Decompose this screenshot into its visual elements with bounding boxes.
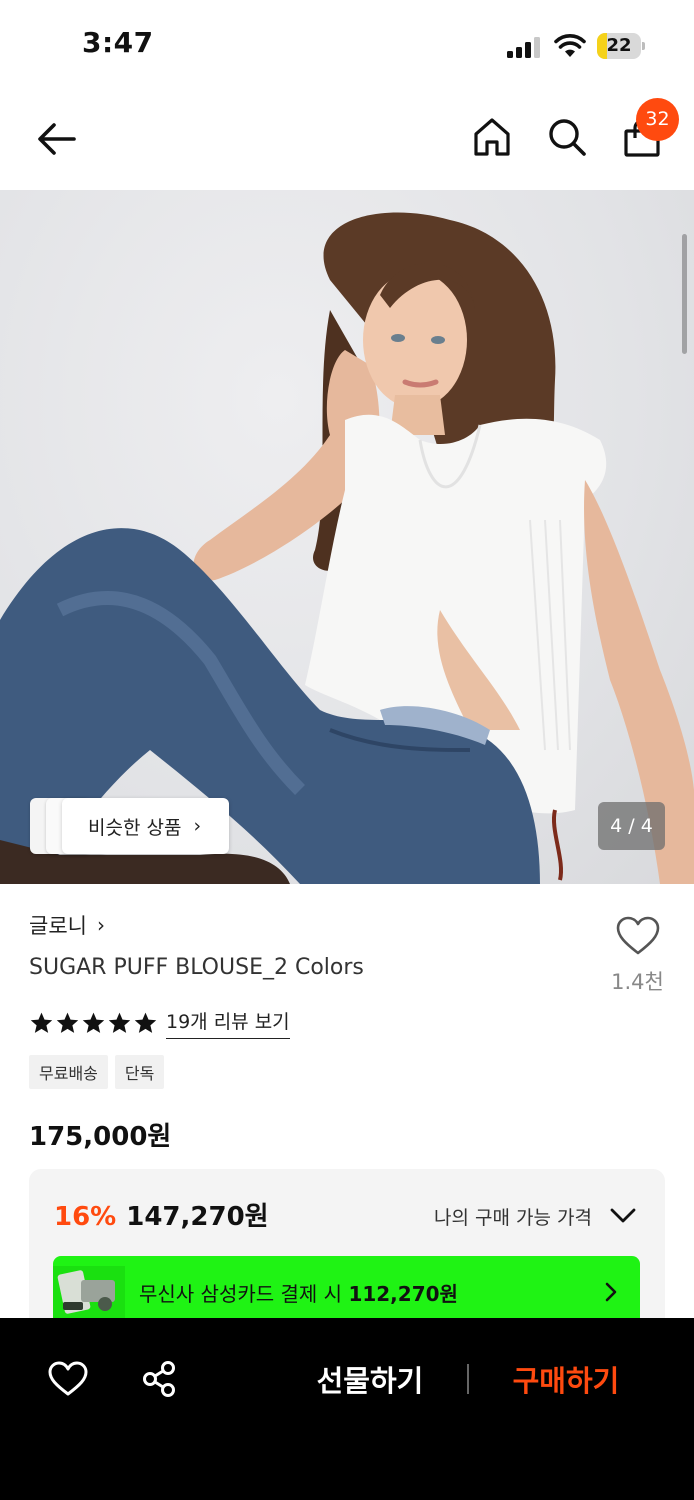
similar-products-button[interactable]: 비슷한 상품 › [62, 798, 229, 854]
chevron-down-icon[interactable] [609, 1203, 637, 1227]
chevron-right-icon: › [96, 913, 105, 937]
my-price-toggle[interactable]: 나의 구매 가능 가격 [434, 1203, 592, 1230]
star-icon [134, 1012, 157, 1033]
product-tags: 무료배송 단독 [29, 1055, 165, 1089]
share-icon[interactable] [141, 1360, 177, 1398]
divider [467, 1364, 469, 1394]
similar-products-label: 비슷한 상품 [88, 816, 182, 839]
product-image-gallery[interactable]: 비슷한 상품 › 4 / 4 [0, 190, 694, 884]
star-icon [82, 1012, 105, 1033]
brand-link[interactable]: 글로니 › [29, 910, 105, 940]
status-time: 3:47 [82, 26, 154, 59]
buy-button[interactable]: 구매하기 [496, 1358, 636, 1400]
gallery-scrollbar[interactable] [682, 234, 687, 354]
cellular-signal-icon [507, 36, 543, 58]
bottom-action-bar: 선물하기 구매하기 [0, 1318, 694, 1500]
card-promo-text: 무신사 삼성카드 결제 시 112,270원 [139, 1278, 458, 1307]
rating-stars [29, 1011, 158, 1036]
original-price: 175,000원 [29, 1122, 172, 1152]
product-photo [0, 212, 694, 884]
battery-icon: 22 [597, 33, 645, 59]
back-arrow-icon[interactable] [34, 116, 80, 162]
tag-exclusive: 단독 [114, 1055, 165, 1089]
heart-icon[interactable] [615, 915, 661, 957]
chevron-right-icon [605, 1282, 617, 1302]
card-promo-thumbnail [53, 1266, 125, 1318]
chevron-right-icon: › [193, 815, 202, 837]
star-icon [30, 1012, 53, 1033]
product-name: SUGAR PUFF BLOUSE_2 Colors [29, 955, 364, 980]
app-header: 32 [0, 90, 694, 190]
brand-name: 글로니 [29, 914, 87, 938]
discount-row: 16% 147,270원 [54, 1196, 269, 1233]
status-bar: 3:47 22 [0, 0, 694, 90]
like-count: 1.4천 [611, 970, 664, 994]
review-link[interactable]: 19개 리뷰 보기 [166, 1007, 290, 1039]
gift-button[interactable]: 선물하기 [300, 1358, 440, 1400]
rating-row: 19개 리뷰 보기 [29, 1007, 290, 1039]
card-promo-label: 무신사 삼성카드 결제 시 [139, 1282, 343, 1306]
heart-icon[interactable] [48, 1361, 88, 1397]
home-icon[interactable] [470, 115, 514, 159]
discount-rate: 16% [54, 1202, 117, 1232]
star-icon [56, 1012, 79, 1033]
card-promo-price: 112,270원 [348, 1282, 458, 1306]
card-promo-banner[interactable]: 무신사 삼성카드 결제 시 112,270원 [53, 1256, 640, 1326]
cart-count-badge: 32 [636, 98, 679, 141]
search-icon[interactable] [545, 115, 589, 159]
image-page-counter: 4 / 4 [598, 802, 665, 850]
sale-price: 147,270원 [126, 1202, 269, 1232]
star-icon [108, 1012, 131, 1033]
battery-level: 22 [606, 35, 632, 56]
wifi-icon [554, 34, 586, 57]
tag-free-shipping: 무료배송 [29, 1055, 108, 1089]
